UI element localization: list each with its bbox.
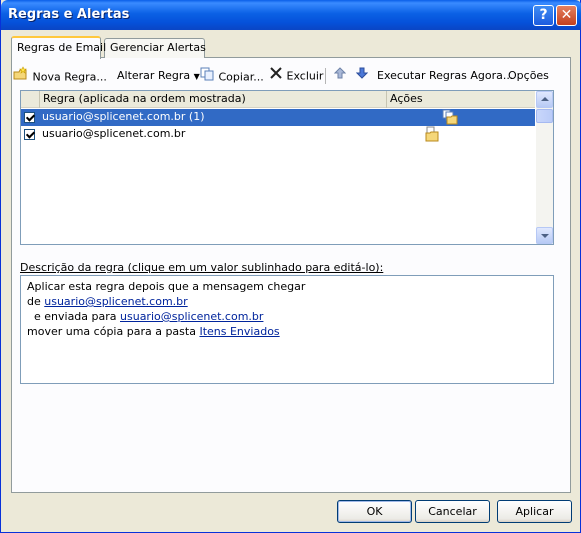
column-header-rule[interactable]: Regra (aplicada na ordem mostrada)	[39, 91, 387, 108]
new-rule-icon	[13, 66, 29, 89]
run-rules-button[interactable]: Executar Regras Agora...	[377, 66, 513, 86]
rule-name: usuario@splicenet.com.br	[42, 127, 186, 140]
close-button[interactable]: ✕	[556, 5, 577, 26]
delete-label: Excluir	[286, 69, 324, 83]
list-scrollbar[interactable]	[536, 91, 553, 244]
change-rule-label: Alterar Regra	[117, 69, 191, 82]
rule-enabled-checkbox[interactable]	[24, 112, 35, 123]
options-button[interactable]: Opções	[508, 66, 549, 86]
delete-button[interactable]: Excluir	[269, 66, 323, 86]
description-line: Aplicar esta regra depois que a mensagem…	[27, 280, 306, 293]
description-line: e enviada para usuario@splicenet.com.br	[27, 309, 547, 324]
window-title: Regras e Alertas	[8, 7, 130, 22]
arrow-down-icon	[355, 66, 369, 86]
tab-manage-alerts[interactable]: Gerenciar Alertas	[104, 38, 206, 58]
sent-to-address-link[interactable]: usuario@splicenet.com.br	[120, 310, 263, 323]
rule-row[interactable]: usuario@splicenet.com.br (1)	[21, 109, 535, 126]
copy-button[interactable]: Copiar...	[199, 66, 264, 86]
description-label: Descrição da regra (clique em um valor s…	[20, 261, 383, 274]
scroll-up-button[interactable]	[536, 91, 553, 108]
scroll-thumb[interactable]	[536, 109, 553, 123]
help-button[interactable]: ?	[533, 5, 554, 26]
list-header: Regra (aplicada na ordem mostrada) Ações	[21, 91, 535, 108]
scroll-down-button[interactable]	[536, 227, 553, 244]
description-line: mover uma cópia para a pasta Itens Envia…	[27, 324, 547, 339]
rule-description-box: Aplicar esta regra depois que a mensagem…	[20, 275, 554, 384]
rules-list: Regra (aplicada na ordem mostrada) Ações…	[20, 90, 554, 245]
description-text: mover uma cópia para a pasta	[27, 325, 200, 338]
new-rule-button[interactable]: Nova Regra...	[13, 66, 107, 86]
arrow-up-icon	[333, 66, 347, 86]
new-rule-label: Nova Regra...	[32, 70, 107, 84]
toolbar-separator	[325, 68, 326, 84]
copy-label: Copiar...	[218, 70, 264, 84]
copy-to-folder-icon	[423, 126, 441, 145]
change-rule-button[interactable]: Alterar Regra ▼	[117, 66, 200, 86]
description-text: e enviada para	[27, 310, 121, 323]
folder-link[interactable]: Itens Enviados	[199, 325, 279, 338]
ok-button[interactable]: OK	[337, 500, 412, 523]
description-label-text: Descrição da regra (clique em um valor s…	[20, 261, 384, 274]
description-text: de	[27, 295, 45, 308]
copy-icon	[199, 66, 215, 89]
delete-icon	[269, 66, 283, 87]
rule-name: usuario@splicenet.com.br (1)	[42, 110, 205, 123]
apply-button[interactable]: Aplicar	[497, 500, 572, 523]
description-line: de usuario@splicenet.com.br	[27, 294, 547, 309]
title-bar: Regras e Alertas ? ✕	[1, 0, 581, 30]
cancel-button[interactable]: Cancelar	[415, 500, 490, 523]
rules-toolbar: Nova Regra... Alterar Regra ▼ Copiar... …	[11, 66, 556, 86]
tab-email-rules[interactable]: Regras de Email	[11, 36, 106, 59]
move-up-button[interactable]	[333, 66, 347, 86]
move-down-button[interactable]	[355, 66, 369, 86]
rule-enabled-checkbox[interactable]	[24, 129, 35, 140]
rule-row[interactable]: usuario@splicenet.com.br	[21, 126, 535, 143]
rules-alerts-dialog: Regras e Alertas ? ✕ Regras de Email Ger…	[0, 0, 581, 533]
column-header-actions[interactable]: Ações	[387, 91, 535, 108]
from-address-link[interactable]: usuario@splicenet.com.br	[44, 295, 187, 308]
